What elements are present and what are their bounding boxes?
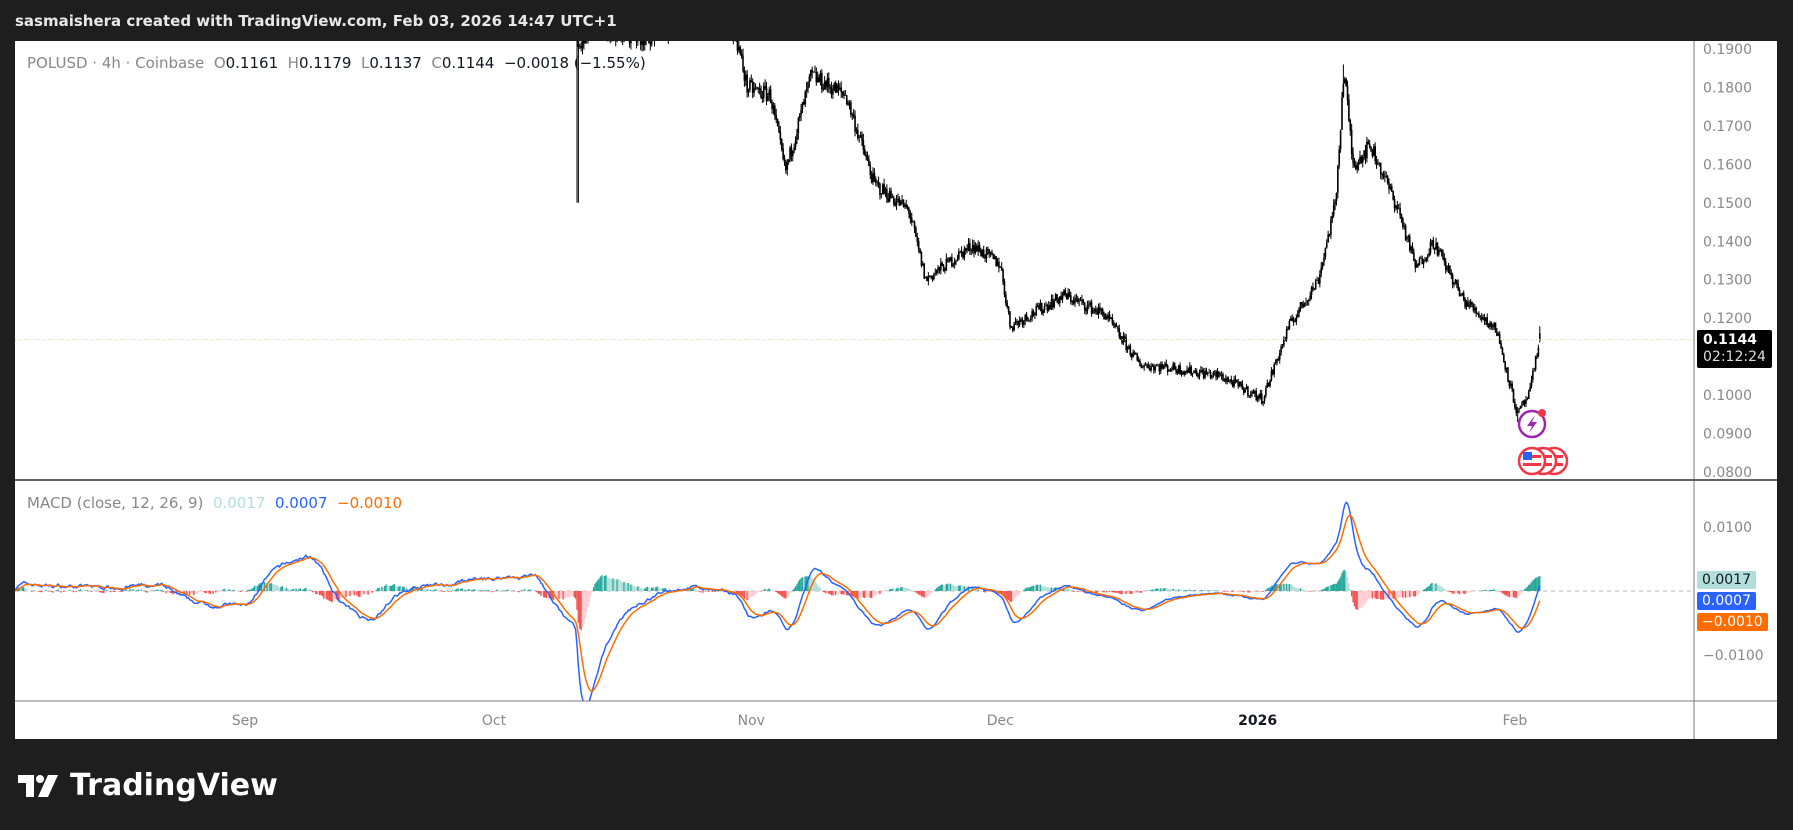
price-axis-label: 0.1300 — [1703, 273, 1752, 289]
time-axis-label: Feb — [1503, 713, 1528, 729]
macd-axis-label: −0.0100 — [1703, 648, 1764, 664]
macd-tag: 0.0007 — [1697, 592, 1756, 610]
price-axis-label: 0.1400 — [1703, 234, 1752, 250]
macd-group — [15, 501, 1694, 701]
price-axis-label: 0.0900 — [1703, 427, 1752, 443]
open-label: O — [213, 54, 226, 72]
time-axis-label: Sep — [232, 713, 259, 729]
open-value: 0.1161 — [225, 54, 279, 72]
last-price: 0.1144 — [1703, 332, 1758, 348]
last-price-tag: 0.1144 02:12:24 — [1697, 330, 1772, 368]
price-axis-label: 0.1600 — [1703, 157, 1752, 173]
notification-dot-icon — [1538, 409, 1546, 417]
macd-signal-value: −0.0010 — [337, 494, 403, 512]
price-axis-label: 0.1700 — [1703, 119, 1752, 135]
price-axis-label: 0.1800 — [1703, 80, 1752, 96]
high-label: H — [287, 54, 299, 72]
flag-stripe — [1523, 463, 1541, 466]
macd-signal-tag: −0.0010 — [1697, 613, 1768, 631]
price-axis-label: 0.1000 — [1703, 388, 1752, 404]
change-value: −0.0018 (−1.55%) — [503, 54, 646, 72]
us-flag-event-icon — [1517, 446, 1547, 476]
price-axis-label: 0.1500 — [1703, 196, 1752, 212]
price-axis-label: 0.1900 — [1703, 42, 1752, 58]
candles-group — [576, 41, 1541, 422]
symbol-info: POLUSD · 4h · Coinbase — [27, 54, 205, 72]
time-axis-label: 2026 — [1238, 713, 1277, 729]
macd-legend: MACD (close, 12, 26, 9) 0.0017 0.0007 −0… — [27, 494, 402, 512]
price-axis-label: 0.0800 — [1703, 465, 1752, 481]
time-axis-label: Dec — [987, 713, 1014, 729]
chart-svg[interactable]: 0.1900 0.1800 0.1700 0.1600 0.1500 0.1400 0.13… — [0, 0, 1793, 830]
time-axis-label: Oct — [482, 713, 507, 729]
bar-countdown: 02:12:24 — [1703, 349, 1766, 365]
symbol-legend: POLUSD · 4h · Coinbase O0.1161 H0.1179 L… — [27, 54, 646, 72]
low-value: 0.1137 — [369, 54, 422, 72]
close-value: 0.1144 — [441, 54, 495, 72]
tradingview-logo-icon — [18, 774, 58, 797]
signal-line — [15, 514, 1541, 692]
flag-canton — [1523, 452, 1532, 460]
macd-hist-tag: 0.0017 — [1697, 571, 1756, 589]
tradingview-logo[interactable]: TradingView — [18, 768, 278, 803]
high-value: 0.1179 — [298, 54, 352, 72]
macd-value: 0.0007 — [275, 494, 328, 512]
macd-hist-value: 0.0017 — [212, 494, 266, 512]
macd-axis-label: 0.0100 — [1703, 520, 1752, 536]
time-axis-label: Nov — [738, 713, 765, 729]
close-label: C — [431, 54, 442, 72]
price-axis-label: 0.1200 — [1703, 311, 1752, 327]
macd-title: MACD (close, 12, 26, 9) — [27, 494, 204, 512]
logo-text: TradingView — [70, 768, 278, 803]
